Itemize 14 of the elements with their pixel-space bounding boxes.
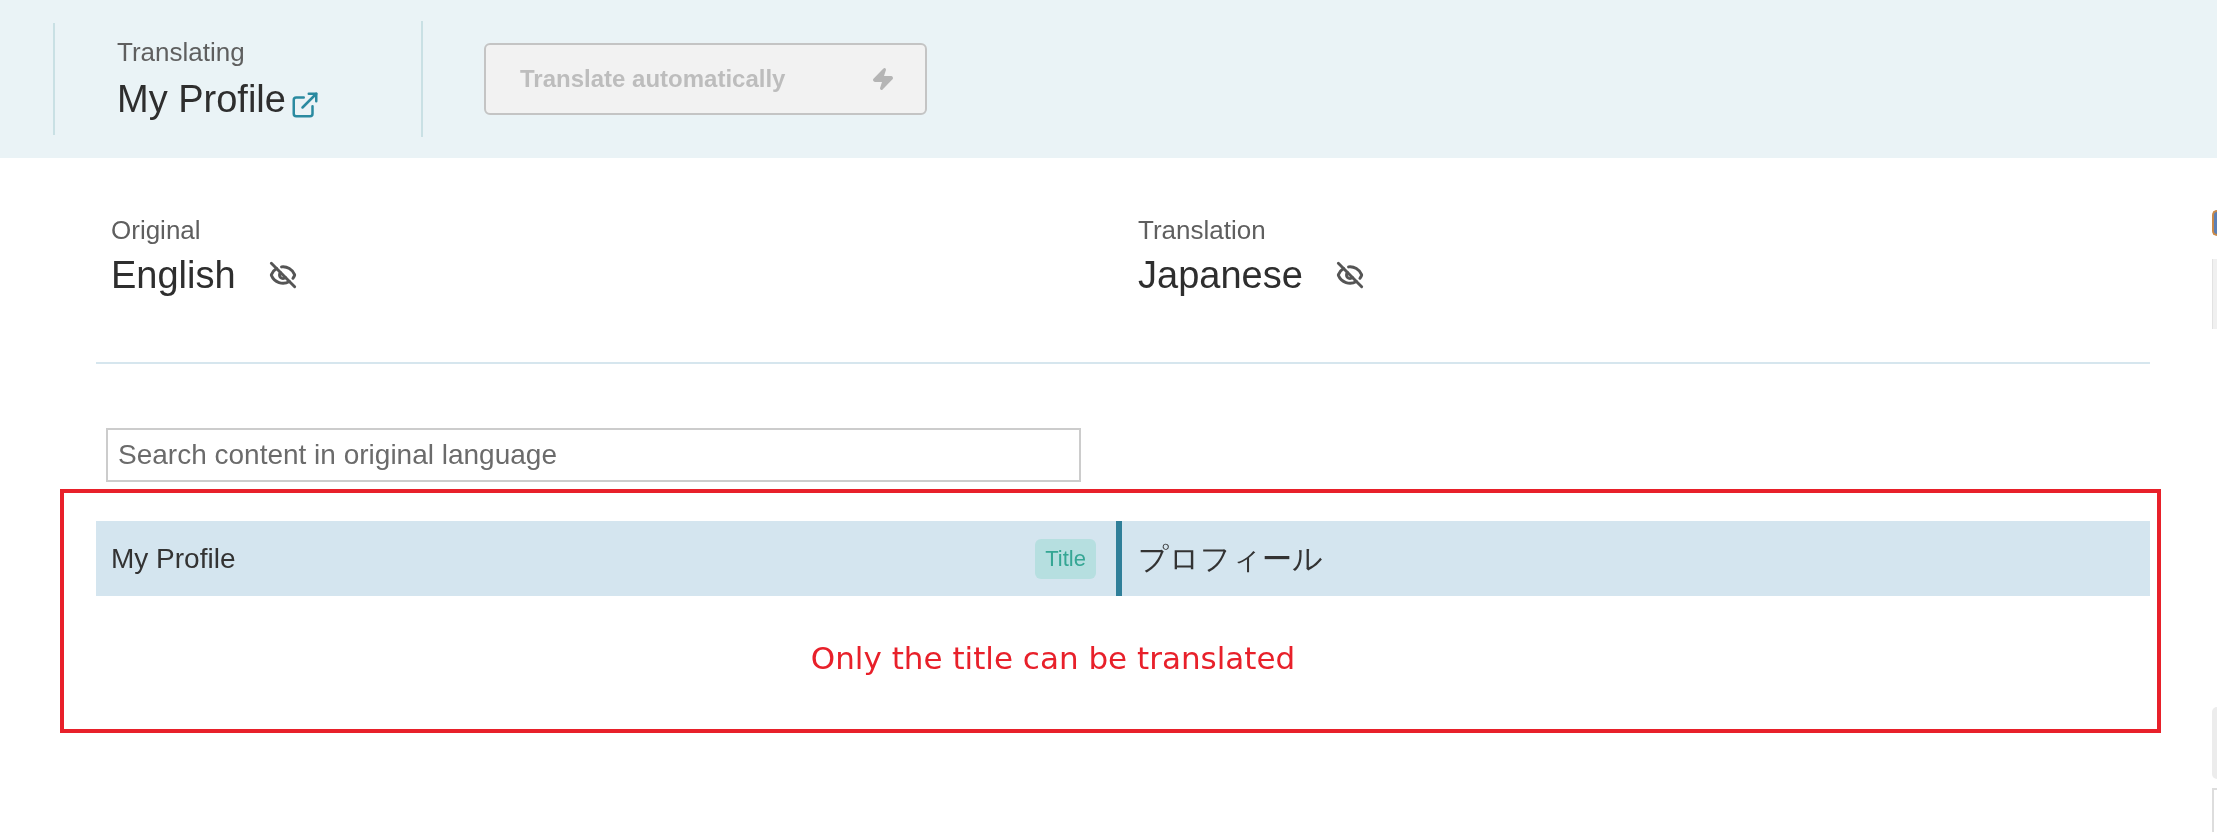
language-name: English <box>111 253 236 298</box>
search-field[interactable]: Search content in original language <box>106 428 1081 482</box>
original-text: My Profile <box>111 541 237 576</box>
lightning-icon <box>871 66 895 92</box>
side-panel-edge <box>2212 259 2217 329</box>
translation-text[interactable]: プロフィール <box>1138 536 1323 581</box>
translation-row[interactable]: My Profile Title プロフィール <box>96 521 2150 596</box>
language-name: Japanese <box>1138 253 1303 298</box>
title-tag: Title <box>1035 538 1096 579</box>
eyebrow-label: Translating <box>117 36 246 68</box>
page-title: My Profile <box>117 77 286 122</box>
language-role-label: Translation <box>1138 214 1266 246</box>
annotation-text: Only the title can be translated <box>810 639 1296 678</box>
language-role-label: Original <box>111 214 201 246</box>
